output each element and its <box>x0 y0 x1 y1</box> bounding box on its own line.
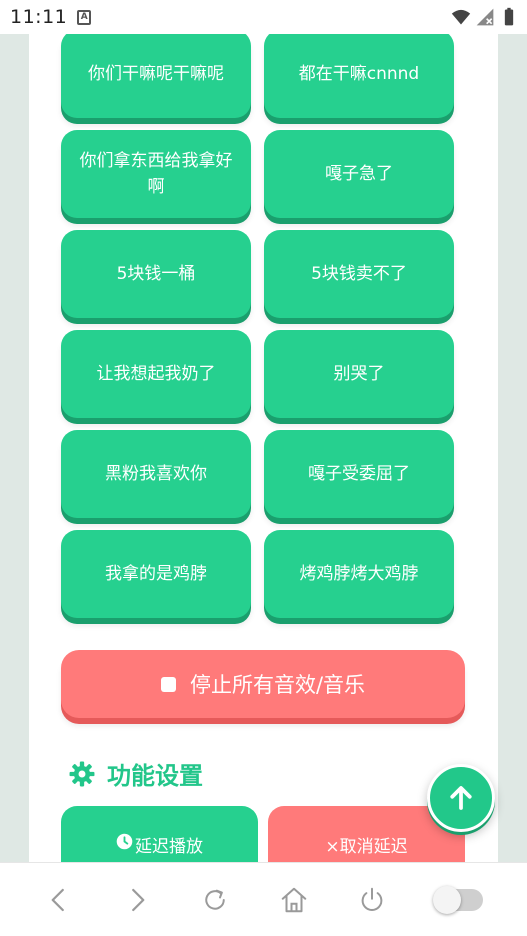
sound-button[interactable]: 5块钱一桶 <box>61 230 251 318</box>
sound-button-label: 嘎子受委屈了 <box>308 464 410 484</box>
sound-button[interactable]: 你们拿东西给我拿好啊 <box>61 130 251 218</box>
sound-button[interactable]: 让我想起我奶了 <box>61 330 251 418</box>
gear-icon <box>69 761 95 786</box>
sound-button-label: 嘎子急了 <box>325 164 393 184</box>
sound-button-label: 5块钱卖不了 <box>311 264 407 284</box>
sound-button[interactable]: 别哭了 <box>264 330 454 418</box>
settings-title-text: 功能设置 <box>107 762 203 790</box>
stop-all-label: 停止所有音效/音乐 <box>189 673 366 697</box>
scroll-to-top-button[interactable] <box>427 764 495 832</box>
sound-button-label: 你们拿东西给我拿好啊 <box>79 151 233 197</box>
sound-button-label: 让我想起我奶了 <box>96 364 216 384</box>
toggle-switch[interactable] <box>432 885 483 914</box>
status-bar: 11:11 A <box>0 0 527 34</box>
sim-notification-icon: A <box>77 9 92 25</box>
forward-icon[interactable] <box>122 885 152 915</box>
delay-play-label: 延迟播放 <box>135 837 203 857</box>
sound-button-grid: 你们干嘛呢干嘛呢 都在干嘛cnnnd 你们拿东西给我拿好啊 嘎子急了 5块钱一桶… <box>61 34 454 618</box>
sound-button[interactable]: 我拿的是鸡脖 <box>61 530 251 618</box>
sound-button[interactable]: 烤鸡脖烤大鸡脖 <box>264 530 454 618</box>
status-time: 11:11 <box>10 6 68 28</box>
back-icon[interactable] <box>44 885 74 915</box>
sound-button[interactable]: 嘎子急了 <box>264 130 454 218</box>
sound-button-label: 都在干嘛cnnnd <box>298 64 420 84</box>
home-icon[interactable] <box>279 885 309 915</box>
signal-icon <box>476 8 494 26</box>
sound-button-label: 别哭了 <box>333 364 385 384</box>
stop-icon <box>160 676 176 692</box>
sound-button[interactable]: 都在干嘛cnnnd <box>264 34 454 118</box>
settings-section-title: 功能设置 <box>69 756 203 791</box>
reload-icon[interactable] <box>200 885 230 915</box>
sound-button-label: 烤鸡脖烤大鸡脖 <box>299 564 419 584</box>
left-margin <box>0 34 29 862</box>
status-icons <box>451 7 519 27</box>
sound-button[interactable]: 黑粉我喜欢你 <box>61 430 251 518</box>
clock-icon <box>116 833 133 850</box>
cancel-delay-label: ×取消延迟 <box>325 837 408 857</box>
stop-all-button[interactable]: 停止所有音效/音乐 <box>61 650 465 718</box>
page-content[interactable]: 你们干嘛呢干嘛呢 都在干嘛cnnnd 你们拿东西给我拿好啊 嘎子急了 5块钱一桶… <box>29 34 498 862</box>
battery-icon <box>504 7 514 26</box>
sound-button-label: 我拿的是鸡脖 <box>105 564 207 584</box>
sound-button-label: 5块钱一桶 <box>116 264 196 284</box>
delay-play-button[interactable]: 延迟播放 <box>61 806 258 862</box>
sound-button-label: 黑粉我喜欢你 <box>105 464 207 484</box>
browser-toolbar <box>0 862 527 936</box>
right-margin <box>498 34 527 862</box>
sound-button[interactable]: 你们干嘛呢干嘛呢 <box>61 34 251 118</box>
sound-button[interactable]: 嘎子受委屈了 <box>264 430 454 518</box>
power-icon[interactable] <box>357 885 387 915</box>
wifi-icon <box>451 9 471 25</box>
sound-button-label: 你们干嘛呢干嘛呢 <box>88 64 224 84</box>
arrow-up-icon <box>450 786 472 810</box>
toggle-knob <box>432 885 461 914</box>
sound-button[interactable]: 5块钱卖不了 <box>264 230 454 318</box>
